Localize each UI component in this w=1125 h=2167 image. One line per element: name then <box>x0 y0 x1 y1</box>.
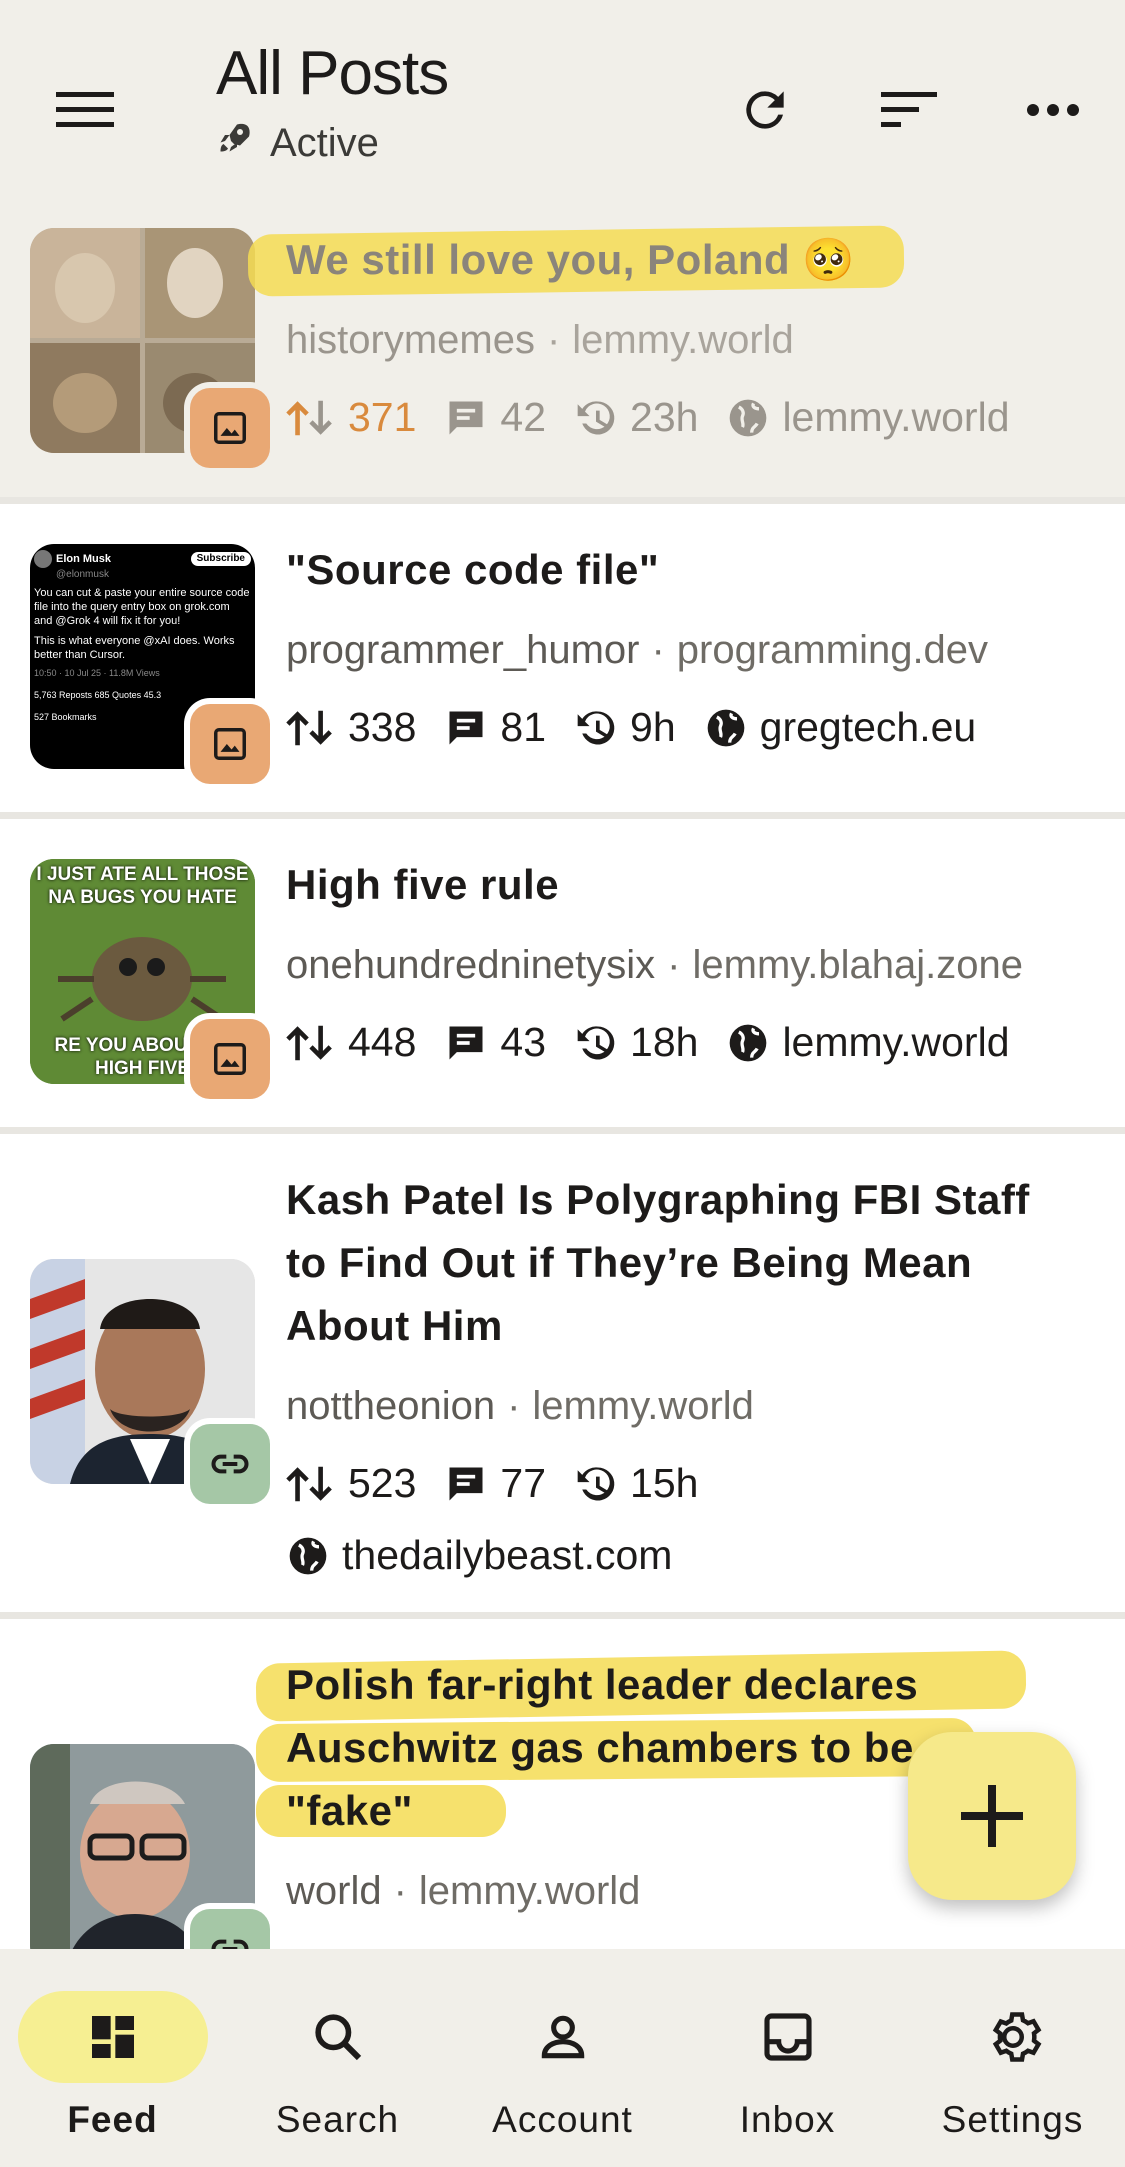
nav-label: Search <box>275 2099 400 2140</box>
search-icon <box>225 1991 450 2083</box>
post-community[interactable]: programmer_humor · programming.dev <box>286 628 988 673</box>
gear-icon <box>900 1991 1125 2083</box>
post-card[interactable]: We still love you, Poland 🥺 historymemes… <box>0 214 1125 504</box>
vote-arrows-icon <box>286 400 332 435</box>
nav-feed[interactable]: Feed <box>0 1949 225 2167</box>
post-domain[interactable]: lemmy.world <box>726 394 1010 441</box>
globe-icon <box>730 1024 767 1061</box>
history-icon <box>577 1025 615 1059</box>
sort-icon[interactable] <box>864 70 954 150</box>
globe-icon <box>289 1537 327 1574</box>
nav-label: Account <box>492 2099 633 2140</box>
post-title[interactable]: Kash Patel Is Polygraphing FBI Staff to … <box>286 1168 1086 1357</box>
post-meta: 371 42 23h lemmy.world <box>286 394 1038 441</box>
app-bar: All Posts Active <box>0 0 1125 214</box>
comment-icon <box>449 711 483 744</box>
nav-inbox[interactable]: Inbox <box>675 1949 900 2167</box>
post-title[interactable]: We still love you, Poland 🥺 <box>286 228 1086 291</box>
menu-icon[interactable] <box>40 70 130 150</box>
post-card[interactable]: Kash Patel Is Polygraphing FBI Staff to … <box>0 1134 1125 1619</box>
vote-arrows-icon <box>286 710 332 745</box>
history-icon <box>577 400 615 434</box>
score[interactable]: 448 <box>286 1019 416 1066</box>
community-instance: programming.dev <box>676 628 989 672</box>
link-badge <box>190 1424 270 1504</box>
community-name[interactable]: nottheonion <box>286 1384 495 1428</box>
link-icon <box>211 1939 249 1949</box>
history-icon <box>577 1466 615 1500</box>
post-meta: 448 43 18h lemmy.world <box>286 1019 1038 1066</box>
image-badge <box>190 388 270 468</box>
nav-label: Settings <box>941 2099 1084 2140</box>
post-card[interactable]: I JUST ATE ALL THOSE NA BUGS YOU HATE RE… <box>0 819 1125 1134</box>
vote-arrows-icon <box>286 1466 332 1501</box>
post-community[interactable]: onehundredninetysix · lemmy.blahaj.zone <box>286 943 1023 988</box>
community-name[interactable]: onehundredninetysix <box>286 943 655 987</box>
bottom-nav: Feed Search Account Inbox Settings <box>0 1949 1125 2167</box>
globe-icon <box>707 709 744 746</box>
post-card[interactable]: Elon Musk Subscribe @elonmusk You can cu… <box>0 504 1125 819</box>
community-name[interactable]: world <box>286 1869 382 1913</box>
sort-mode[interactable]: Active <box>216 120 379 166</box>
comment-count[interactable]: 43 <box>444 1019 546 1066</box>
plus-icon <box>961 1785 1023 1847</box>
image-icon <box>214 728 246 760</box>
nav-label: Feed <box>67 2099 158 2140</box>
post-age: 23h <box>574 394 698 441</box>
post-age: 18h <box>574 1019 698 1066</box>
comment-icon <box>449 401 483 434</box>
post-domain[interactable]: thedailybeast.com <box>286 1532 672 1579</box>
community-instance: lemmy.world <box>418 1869 641 1913</box>
community-instance: lemmy.blahaj.zone <box>692 943 1024 987</box>
page-title: All Posts <box>216 39 449 108</box>
community-instance: lemmy.world <box>572 318 794 362</box>
link-badge <box>190 1909 270 1949</box>
inbox-icon <box>675 1991 900 2083</box>
rocket-icon <box>216 120 270 166</box>
nav-account[interactable]: Account <box>450 1949 675 2167</box>
post-feed[interactable]: We still love you, Poland 🥺 historymemes… <box>0 214 1125 1949</box>
nav-settings[interactable]: Settings <box>900 1949 1125 2167</box>
post-title[interactable]: "Source code file" <box>286 538 1086 601</box>
comment-icon <box>449 1026 483 1059</box>
score[interactable]: 371 <box>286 394 416 441</box>
post-meta-domain: thedailybeast.com <box>286 1532 700 1579</box>
post-meta: 338 81 9h gregtech.eu <box>286 704 1004 751</box>
community-name[interactable]: programmer_humor <box>286 628 639 672</box>
globe-icon <box>730 399 767 436</box>
more-icon[interactable] <box>1008 70 1098 150</box>
dashboard-icon <box>0 1991 225 2083</box>
community-instance: lemmy.world <box>532 1384 754 1428</box>
comment-count[interactable]: 77 <box>444 1460 546 1507</box>
comment-icon <box>449 1467 483 1500</box>
post-age: 15h <box>574 1460 698 1507</box>
account-icon <box>450 1991 675 2083</box>
nav-search[interactable]: Search <box>225 1949 450 2167</box>
post-title[interactable]: High five rule <box>286 853 1086 916</box>
history-icon <box>577 710 615 744</box>
image-badge <box>190 1019 270 1099</box>
community-name[interactable]: historymemes <box>286 318 535 362</box>
comment-count[interactable]: 81 <box>444 704 546 751</box>
vote-arrows-icon <box>286 1025 332 1060</box>
post-community[interactable]: nottheonion · lemmy.world <box>286 1384 754 1429</box>
post-meta: 523 77 15h <box>286 1460 726 1507</box>
post-community[interactable]: world · lemmy.world <box>286 1869 640 1914</box>
score[interactable]: 338 <box>286 704 416 751</box>
nav-label: Inbox <box>739 2099 836 2140</box>
image-icon <box>214 412 246 444</box>
create-post-button[interactable] <box>908 1732 1076 1900</box>
score[interactable]: 523 <box>286 1460 416 1507</box>
post-domain[interactable]: lemmy.world <box>726 1019 1010 1066</box>
image-icon <box>214 1043 246 1075</box>
refresh-icon[interactable] <box>720 70 810 150</box>
link-icon <box>211 1454 249 1474</box>
post-age: 9h <box>574 704 676 751</box>
image-badge <box>190 704 270 784</box>
post-community[interactable]: historymemes · lemmy.world <box>286 318 794 363</box>
sort-mode-label: Active <box>270 120 379 165</box>
post-domain[interactable]: gregtech.eu <box>704 704 976 751</box>
comment-count[interactable]: 42 <box>444 394 546 441</box>
